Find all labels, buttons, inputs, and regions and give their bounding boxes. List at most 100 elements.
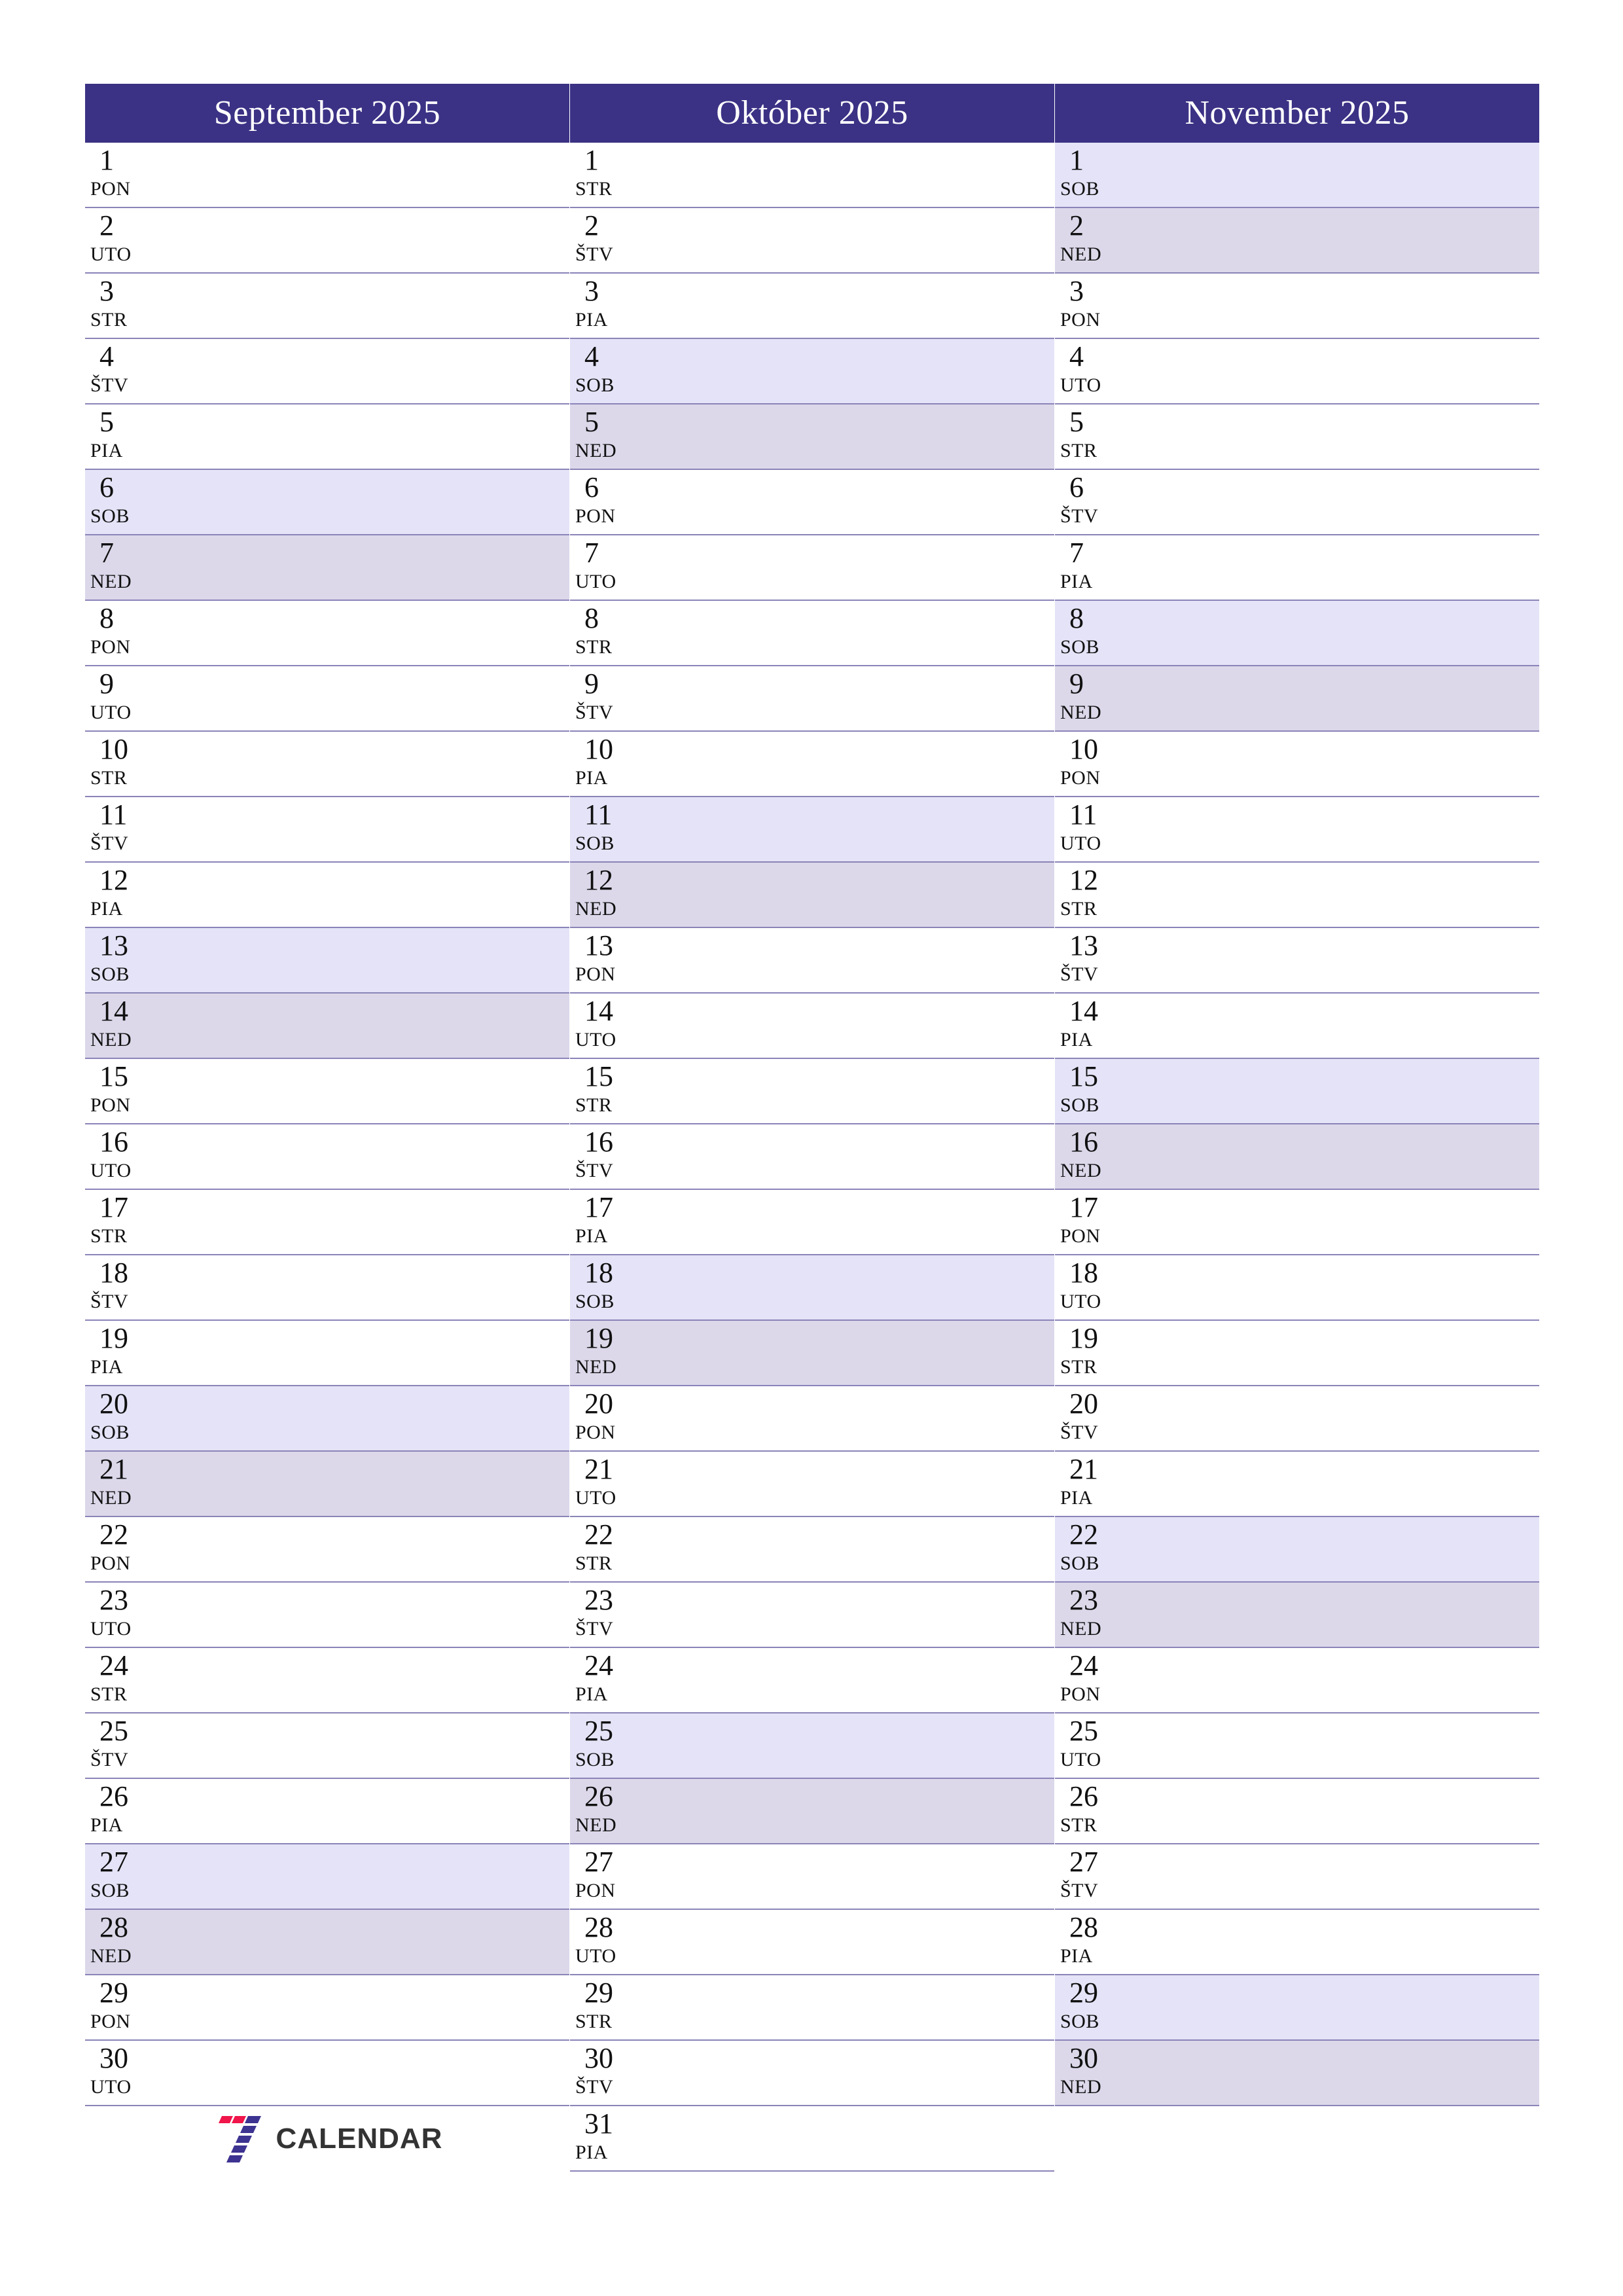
day-weekday-label: UTO <box>90 1160 132 1181</box>
day-row[interactable]: 14 PIA <box>1055 994 1539 1059</box>
day-row[interactable]: 31 PIA <box>570 2106 1054 2172</box>
day-row[interactable]: 13 SOB <box>85 928 569 994</box>
day-row[interactable]: 11 ŠTV <box>85 797 569 863</box>
day-row[interactable]: 25 UTO <box>1055 1713 1539 1779</box>
day-row[interactable]: 1 STR <box>570 143 1054 208</box>
day-row[interactable]: 19 STR <box>1055 1321 1539 1386</box>
day-row[interactable]: 20 ŠTV <box>1055 1386 1539 1452</box>
day-row[interactable]: 12 NED <box>570 863 1054 928</box>
day-weekday-label: NED <box>1060 1160 1102 1181</box>
day-row[interactable]: 2 NED <box>1055 208 1539 274</box>
day-row[interactable]: 22 STR <box>570 1517 1054 1583</box>
day-row[interactable]: 21 PIA <box>1055 1452 1539 1517</box>
day-row[interactable]: 3 STR <box>85 274 569 339</box>
day-row[interactable]: 22 PON <box>85 1517 569 1583</box>
day-row[interactable]: 12 PIA <box>85 863 569 928</box>
day-row[interactable]: 29 SOB <box>1055 1975 1539 2041</box>
day-row[interactable]: 25 ŠTV <box>85 1713 569 1779</box>
day-row[interactable]: 7 PIA <box>1055 535 1539 601</box>
day-weekday-label: NED <box>1060 2076 1102 2098</box>
day-row[interactable]: 27 SOB <box>85 1844 569 1910</box>
day-row[interactable]: 1 PON <box>85 143 569 208</box>
month-column: November 2025 1 SOB 2 NED 3 PON 4 UTO 5 STR 6 ŠTV 7 PI… <box>1055 84 1539 2172</box>
day-weekday-label: ŠTV <box>1060 1422 1099 1443</box>
day-row[interactable]: 23 ŠTV <box>570 1583 1054 1648</box>
day-row[interactable]: 17 PON <box>1055 1190 1539 1255</box>
day-row[interactable]: 30 NED <box>1055 2041 1539 2106</box>
day-row[interactable]: 9 NED <box>1055 666 1539 732</box>
day-row[interactable]: 4 ŠTV <box>85 339 569 404</box>
day-row[interactable]: 18 UTO <box>1055 1255 1539 1321</box>
day-row[interactable]: 6 SOB <box>85 470 569 535</box>
day-row[interactable]: 2 ŠTV <box>570 208 1054 274</box>
day-row[interactable]: 3 PIA <box>570 274 1054 339</box>
day-row[interactable]: 14 UTO <box>570 994 1054 1059</box>
day-row[interactable]: 28 PIA <box>1055 1910 1539 1975</box>
day-row[interactable]: 22 SOB <box>1055 1517 1539 1583</box>
day-row[interactable]: 24 PON <box>1055 1648 1539 1713</box>
day-row[interactable]: 18 SOB <box>570 1255 1054 1321</box>
day-row[interactable]: 6 PON <box>570 470 1054 535</box>
day-row[interactable]: 17 STR <box>85 1190 569 1255</box>
day-row[interactable]: 12 STR <box>1055 863 1539 928</box>
day-row[interactable]: 29 STR <box>570 1975 1054 2041</box>
day-row[interactable]: 17 PIA <box>570 1190 1054 1255</box>
day-row[interactable]: 23 UTO <box>85 1583 569 1648</box>
day-weekday-label: PIA <box>575 767 608 789</box>
day-row[interactable]: 5 NED <box>570 404 1054 470</box>
day-row[interactable]: 7 NED <box>85 535 569 601</box>
day-row[interactable]: 30 ŠTV <box>570 2041 1054 2106</box>
day-row[interactable]: 4 SOB <box>570 339 1054 404</box>
day-row[interactable]: 16 NED <box>1055 1124 1539 1190</box>
day-row[interactable]: 16 UTO <box>85 1124 569 1190</box>
day-row[interactable]: 11 SOB <box>570 797 1054 863</box>
day-row[interactable]: 13 ŠTV <box>1055 928 1539 994</box>
day-row[interactable]: 27 ŠTV <box>1055 1844 1539 1910</box>
day-row[interactable]: 29 PON <box>85 1975 569 2041</box>
day-row[interactable]: 10 PON <box>1055 732 1539 797</box>
day-row[interactable]: 11 UTO <box>1055 797 1539 863</box>
day-row[interactable]: 19 NED <box>570 1321 1054 1386</box>
day-row[interactable]: 25 SOB <box>570 1713 1054 1779</box>
day-weekday-label: STR <box>90 1683 128 1705</box>
day-row[interactable]: 15 SOB <box>1055 1059 1539 1124</box>
day-row[interactable]: 24 PIA <box>570 1648 1054 1713</box>
day-row[interactable]: 20 PON <box>570 1386 1054 1452</box>
day-weekday-label: SOB <box>575 1291 615 1312</box>
day-row[interactable]: 26 PIA <box>85 1779 569 1844</box>
day-row[interactable]: 9 UTO <box>85 666 569 732</box>
day-row[interactable]: 19 PIA <box>85 1321 569 1386</box>
day-row[interactable]: 24 STR <box>85 1648 569 1713</box>
day-row[interactable]: 8 PON <box>85 601 569 666</box>
day-row[interactable]: 30 UTO <box>85 2041 569 2106</box>
day-row[interactable]: 3 PON <box>1055 274 1539 339</box>
day-row[interactable]: 9 ŠTV <box>570 666 1054 732</box>
day-row[interactable]: 5 STR <box>1055 404 1539 470</box>
day-number: 1 <box>99 144 114 176</box>
day-row[interactable]: 13 PON <box>570 928 1054 994</box>
day-row[interactable]: 20 SOB <box>85 1386 569 1452</box>
day-row[interactable]: 6 ŠTV <box>1055 470 1539 535</box>
day-row[interactable]: 8 SOB <box>1055 601 1539 666</box>
day-row[interactable]: 16 ŠTV <box>570 1124 1054 1190</box>
day-row[interactable]: 21 NED <box>85 1452 569 1517</box>
day-row[interactable]: 18 ŠTV <box>85 1255 569 1321</box>
day-row[interactable]: 27 PON <box>570 1844 1054 1910</box>
day-row[interactable]: 10 PIA <box>570 732 1054 797</box>
day-row[interactable]: 14 NED <box>85 994 569 1059</box>
day-row[interactable]: 26 NED <box>570 1779 1054 1844</box>
day-row[interactable]: 1 SOB <box>1055 143 1539 208</box>
day-row[interactable]: 28 NED <box>85 1910 569 1975</box>
day-row[interactable]: 4 UTO <box>1055 339 1539 404</box>
day-row[interactable]: 2 UTO <box>85 208 569 274</box>
day-row[interactable]: 10 STR <box>85 732 569 797</box>
day-row[interactable]: 8 STR <box>570 601 1054 666</box>
day-row[interactable]: 15 PON <box>85 1059 569 1124</box>
day-row[interactable]: 15 STR <box>570 1059 1054 1124</box>
day-row[interactable]: 21 UTO <box>570 1452 1054 1517</box>
day-row[interactable]: 26 STR <box>1055 1779 1539 1844</box>
day-row[interactable]: 28 UTO <box>570 1910 1054 1975</box>
day-row[interactable]: 5 PIA <box>85 404 569 470</box>
day-row[interactable]: 7 UTO <box>570 535 1054 601</box>
day-row[interactable]: 23 NED <box>1055 1583 1539 1648</box>
